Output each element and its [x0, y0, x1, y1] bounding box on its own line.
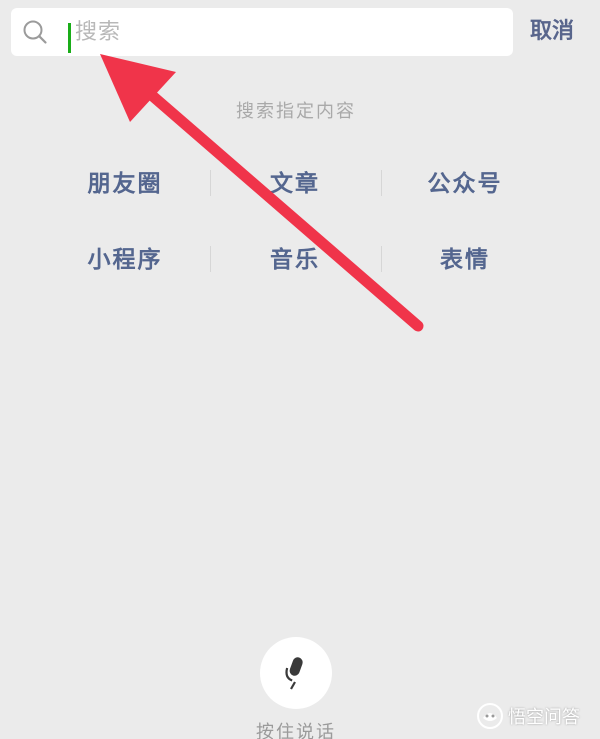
search-screen: 搜索 取消 搜索指定内容 朋友圈 文章 公众号 小程序 音乐 表情 按住说话 悟… — [0, 0, 600, 739]
category-row: 朋友圈 文章 公众号 — [40, 156, 552, 212]
section-title: 搜索指定内容 — [236, 101, 356, 122]
category-moments[interactable]: 朋友圈 — [40, 156, 210, 212]
divider — [210, 170, 211, 196]
category-stickers[interactable]: 表情 — [380, 232, 550, 288]
divider — [210, 246, 211, 272]
category-music[interactable]: 音乐 — [210, 232, 380, 288]
divider — [381, 246, 382, 272]
category-official-accounts[interactable]: 公众号 — [380, 156, 550, 212]
divider — [381, 170, 382, 196]
category-mini-programs[interactable]: 小程序 — [40, 232, 210, 288]
mic-icon — [285, 657, 303, 690]
search-icon — [23, 20, 47, 44]
watermark-text: 悟空问答 — [508, 707, 580, 728]
category-articles[interactable]: 文章 — [210, 156, 380, 212]
search-bar[interactable]: 搜索 — [11, 8, 513, 56]
category-row: 小程序 音乐 表情 — [40, 232, 552, 288]
text-caret — [68, 23, 71, 53]
search-input[interactable]: 搜索 — [75, 8, 121, 56]
category-grid: 朋友圈 文章 公众号 小程序 音乐 表情 — [40, 156, 552, 308]
wukong-logo-icon — [477, 703, 503, 729]
watermark: 悟空问答 — [476, 700, 580, 732]
voice-input-button[interactable] — [260, 637, 332, 709]
cancel-button[interactable]: 取消 — [530, 10, 574, 52]
